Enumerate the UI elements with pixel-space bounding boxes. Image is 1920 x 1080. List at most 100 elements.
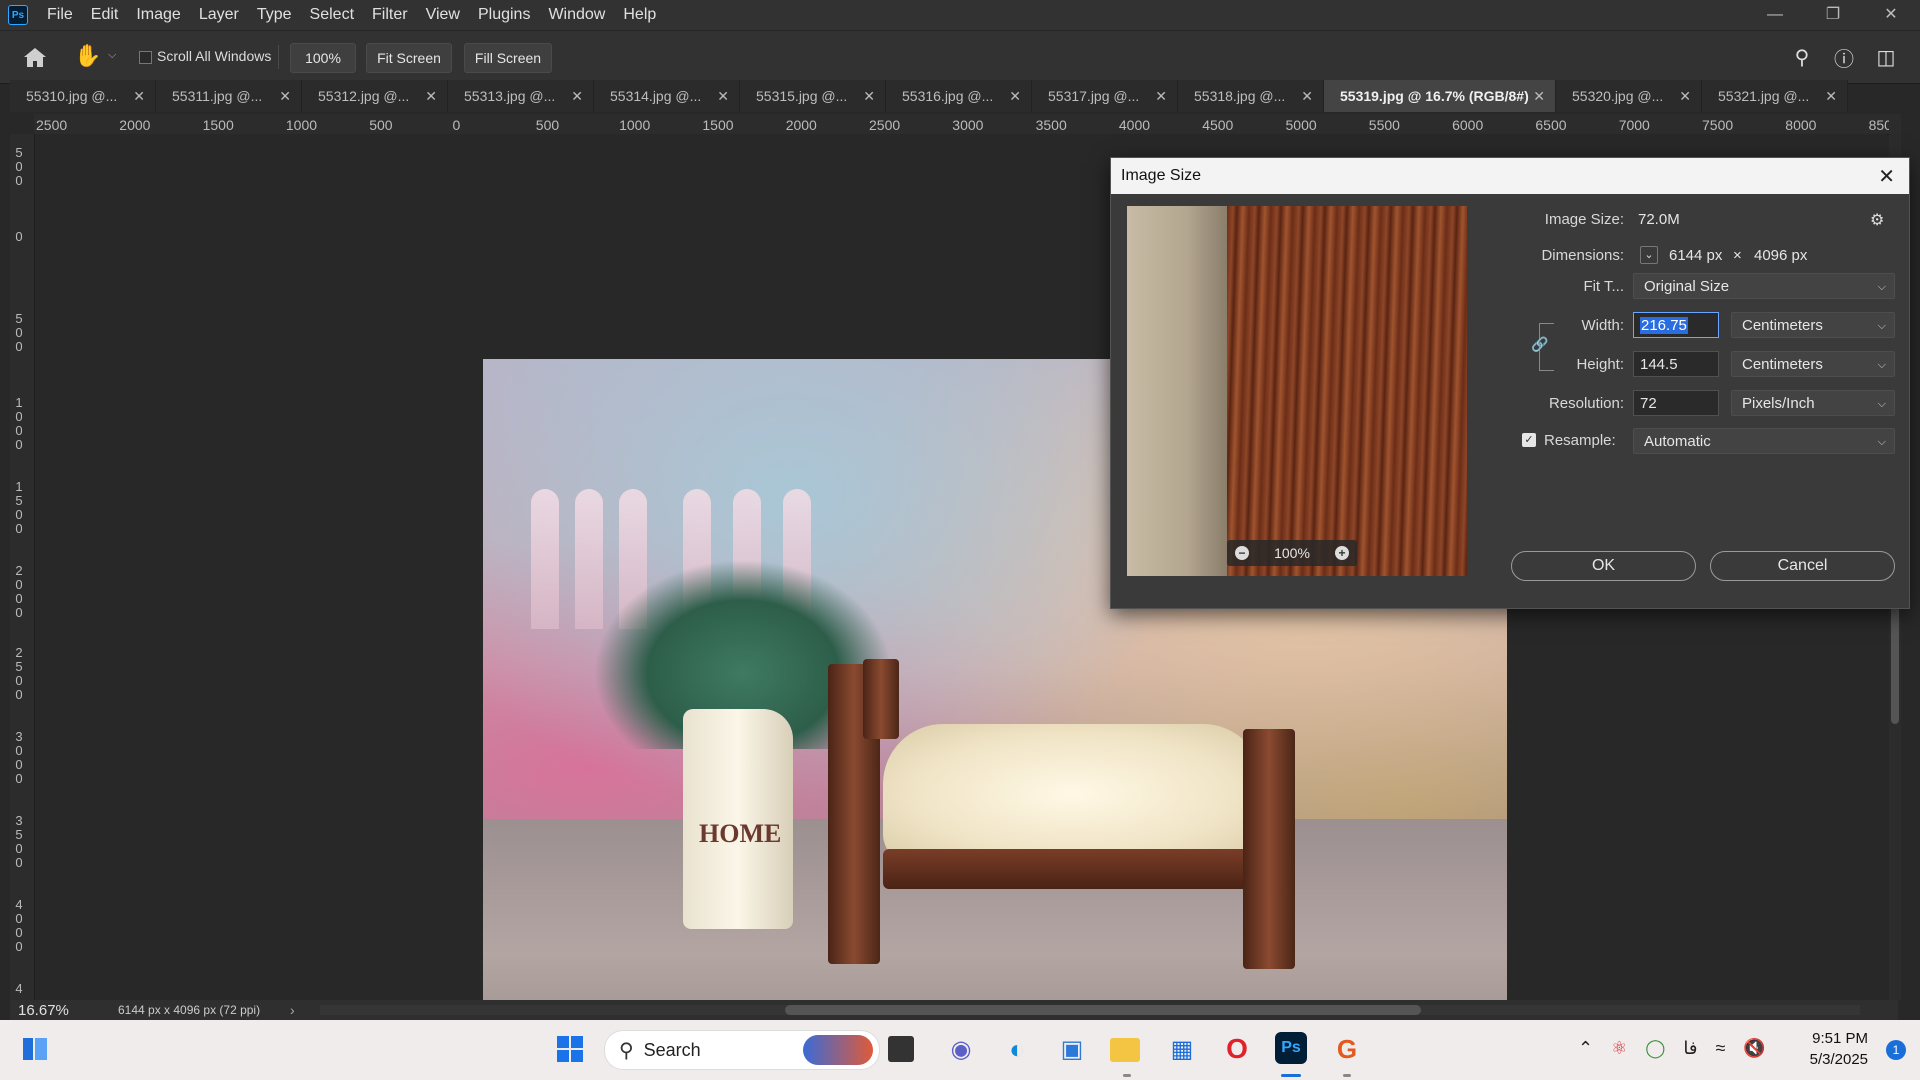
- document-tab[interactable]: 55317.jpg @... ✕: [1032, 80, 1178, 112]
- windows-start-icon[interactable]: [553, 1032, 587, 1066]
- close-icon[interactable]: ✕: [1533, 88, 1545, 105]
- teams-icon[interactable]: ◉: [944, 1032, 978, 1066]
- restore-icon[interactable]: ❐: [1804, 0, 1862, 30]
- chevron-down-icon[interactable]: ⌵: [108, 49, 116, 62]
- vertical-ruler[interactable]: 500 0 500 1000 1500 2000 2500 3000 3500 4000 4: [10, 134, 35, 1000]
- widgets-icon[interactable]: [18, 1032, 52, 1066]
- document-tab[interactable]: 55320.jpg @... ✕: [1556, 80, 1702, 112]
- menu-type[interactable]: Type: [248, 0, 301, 30]
- chevron-up-icon[interactable]: ⌃: [1578, 1038, 1593, 1059]
- hand-tool-icon[interactable]: ✋: [74, 43, 104, 71]
- ruler-tick-label: 8000: [1785, 117, 1817, 133]
- store-icon[interactable]: ▦: [1165, 1032, 1199, 1066]
- ok-button[interactable]: OK: [1511, 551, 1696, 581]
- volume-muted-icon[interactable]: 🔇: [1743, 1038, 1765, 1059]
- file-explorer-icon[interactable]: [1110, 1038, 1140, 1062]
- help-icon[interactable]: ⓘ: [1830, 43, 1858, 71]
- document-tab[interactable]: 55316.jpg @... ✕: [886, 80, 1032, 112]
- close-icon[interactable]: ✕: [1009, 88, 1021, 105]
- image-preview[interactable]: − 100% +: [1127, 206, 1467, 576]
- document-tab-active[interactable]: 55319.jpg @ 16.7% (RGB/8#) ✕: [1324, 80, 1556, 112]
- ruler-tick-label: 7500: [1702, 117, 1734, 133]
- document-tab[interactable]: 55312.jpg @... ✕: [302, 80, 448, 112]
- height-unit-select[interactable]: Centimeters ⌵: [1731, 351, 1895, 377]
- document-tab[interactable]: 55314.jpg @... ✕: [594, 80, 740, 112]
- vpn-icon[interactable]: ⚛: [1611, 1038, 1627, 1059]
- menu-file[interactable]: File: [38, 0, 82, 30]
- document-tab[interactable]: 55321.jpg @... ✕: [1702, 80, 1848, 112]
- globe-icon[interactable]: ◯: [1645, 1038, 1665, 1059]
- width-value: 216.75: [1640, 317, 1688, 334]
- grammarly-icon[interactable]: G: [1330, 1032, 1364, 1066]
- document-tab[interactable]: 55311.jpg @... ✕: [156, 80, 302, 112]
- height-input[interactable]: 144.5: [1633, 351, 1719, 377]
- zoom-out-icon[interactable]: −: [1235, 546, 1249, 560]
- close-icon[interactable]: ✕: [863, 88, 875, 105]
- cancel-button[interactable]: Cancel: [1710, 551, 1895, 581]
- ruler-tick-label: 5500: [1368, 117, 1400, 133]
- close-icon[interactable]: ✕: [1301, 88, 1313, 105]
- gear-icon[interactable]: ⚙: [1870, 210, 1884, 230]
- clock[interactable]: 9:51 PM 5/3/2025: [1810, 1028, 1868, 1070]
- menu-filter[interactable]: Filter: [363, 0, 417, 30]
- zoom-100-button[interactable]: 100%: [290, 43, 356, 73]
- minimize-icon[interactable]: —: [1746, 0, 1804, 30]
- horizontal-ruler[interactable]: 2500 2000 1500 1000 500 0 500 1000 1500 2000 2500 3…: [34, 114, 1898, 135]
- language-indicator[interactable]: فا: [1683, 1038, 1697, 1059]
- document-tab[interactable]: 55318.jpg @... ✕: [1178, 80, 1324, 112]
- resample-select[interactable]: Automatic ⌵: [1633, 428, 1895, 454]
- menu-edit[interactable]: Edit: [82, 0, 128, 30]
- menu-plugins[interactable]: Plugins: [469, 0, 539, 30]
- link-icon[interactable]: 🔗: [1531, 336, 1548, 356]
- width-unit-select[interactable]: Centimeters ⌵: [1731, 312, 1895, 338]
- close-icon[interactable]: ✕: [1878, 164, 1895, 189]
- search-icon[interactable]: ⚲: [1788, 43, 1816, 71]
- menu-image[interactable]: Image: [127, 0, 189, 30]
- opera-icon[interactable]: O: [1220, 1032, 1254, 1066]
- chevron-down-icon[interactable]: ⌄: [1640, 246, 1658, 264]
- menu-window[interactable]: Window: [539, 0, 614, 30]
- ruler-tick-label: 1000: [15, 395, 23, 452]
- zoom-in-icon[interactable]: +: [1335, 546, 1349, 560]
- scroll-all-windows-checkbox[interactable]: [139, 51, 152, 64]
- camera-app-icon[interactable]: ▣: [1055, 1032, 1089, 1066]
- photoshop-taskbar-icon[interactable]: Ps: [1275, 1032, 1307, 1064]
- resolution-unit-select[interactable]: Pixels/Inch ⌵: [1731, 390, 1895, 416]
- scroll-thumb[interactable]: [1891, 594, 1899, 724]
- wifi-icon[interactable]: ≈: [1715, 1038, 1725, 1059]
- close-icon[interactable]: ✕: [1862, 0, 1920, 30]
- home-icon[interactable]: [22, 45, 48, 69]
- resolution-input[interactable]: 72: [1633, 390, 1719, 416]
- dialog-titlebar: Image Size ✕: [1111, 158, 1909, 194]
- fit-screen-button[interactable]: Fit Screen: [366, 43, 452, 73]
- close-icon[interactable]: ✕: [425, 88, 437, 105]
- document-tab[interactable]: 55315.jpg @... ✕: [740, 80, 886, 112]
- close-icon[interactable]: ✕: [1825, 88, 1837, 105]
- taskbar-search[interactable]: ⚲ Search: [604, 1030, 880, 1070]
- scroll-thumb[interactable]: [785, 1005, 1421, 1015]
- close-icon[interactable]: ✕: [571, 88, 583, 105]
- menu-view[interactable]: View: [417, 0, 469, 30]
- notification-badge[interactable]: 1: [1886, 1040, 1906, 1060]
- resample-checkbox[interactable]: ✓: [1522, 433, 1536, 447]
- horizontal-scrollbar[interactable]: [320, 1005, 1860, 1015]
- chevron-right-icon[interactable]: ›: [290, 1002, 295, 1018]
- edge-icon[interactable]: ◐: [1000, 1032, 1034, 1066]
- task-view-icon[interactable]: [888, 1036, 914, 1062]
- close-icon[interactable]: ✕: [1155, 88, 1167, 105]
- menu-select[interactable]: Select: [301, 0, 363, 30]
- fit-to-select[interactable]: Original Size ⌵: [1633, 273, 1895, 299]
- fill-screen-button[interactable]: Fill Screen: [464, 43, 552, 73]
- document-tab[interactable]: 55310.jpg @... ✕: [10, 80, 156, 112]
- width-input[interactable]: 216.75: [1633, 312, 1719, 338]
- document-info[interactable]: 6144 px x 4096 px (72 ppi): [98, 1003, 260, 1017]
- zoom-level[interactable]: 16.67%: [10, 1002, 98, 1019]
- workspace-icon[interactable]: ◫: [1872, 43, 1900, 71]
- menu-layer[interactable]: Layer: [190, 0, 248, 30]
- document-tab[interactable]: 55313.jpg @... ✕: [448, 80, 594, 112]
- close-icon[interactable]: ✕: [133, 88, 145, 105]
- close-icon[interactable]: ✕: [279, 88, 291, 105]
- menu-help[interactable]: Help: [614, 0, 665, 30]
- close-icon[interactable]: ✕: [1679, 88, 1691, 105]
- close-icon[interactable]: ✕: [717, 88, 729, 105]
